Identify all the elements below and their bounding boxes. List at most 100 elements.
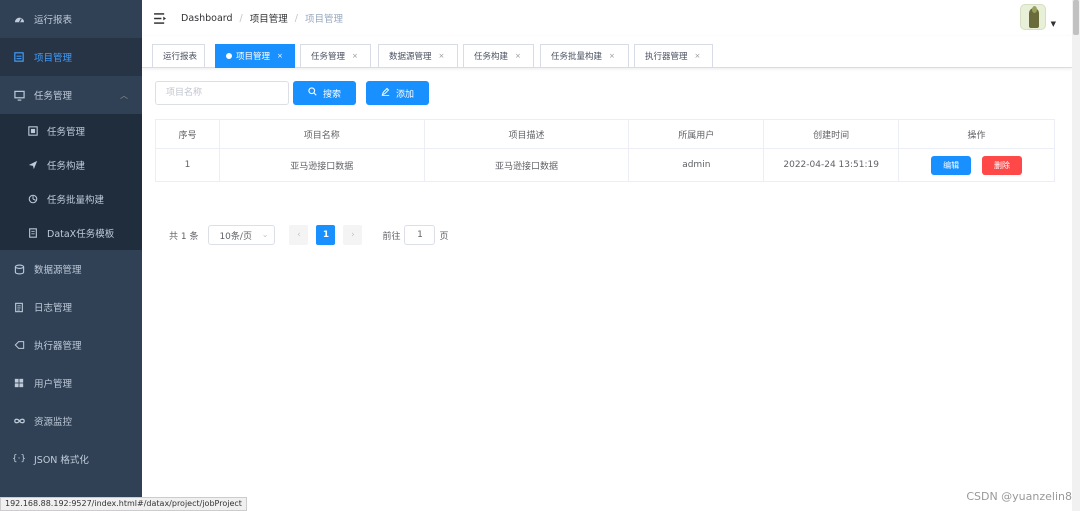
edit-icon <box>381 87 390 99</box>
tag-project[interactable]: 项目管理 × <box>215 44 295 68</box>
hamburger-icon[interactable] <box>152 11 168 25</box>
page-size-value: 10条/页 <box>219 231 252 242</box>
prev-page-button[interactable]: ‹ <box>289 225 309 245</box>
active-dot-icon <box>226 53 232 59</box>
column-header: 项目描述 <box>423 119 630 149</box>
sidebar-subitem-label: DataX任务模板 <box>47 229 115 240</box>
sidebar-item-user[interactable]: 用户管理 <box>0 364 142 402</box>
send-icon <box>27 159 39 171</box>
watermark: CSDN @yuanzelin8 <box>966 490 1072 503</box>
cell-name: 亚马逊接口数据 <box>218 148 425 182</box>
sidebar-item-label: 用户管理 <box>34 379 73 390</box>
user-grid-icon <box>13 377 25 389</box>
pagination-jumper: 前往 页 <box>382 225 448 245</box>
close-icon[interactable]: × <box>439 52 445 60</box>
tag-executor[interactable]: 执行器管理 × <box>634 44 713 68</box>
page-number-button[interactable]: 1 <box>316 225 336 245</box>
tag-task-management[interactable]: 任务管理 × <box>300 44 371 68</box>
search-button[interactable]: 搜索 <box>293 81 356 105</box>
tags-view: 运行报表 项目管理 × 任务管理 × 数据源管理 × 任务构建 × 任务批量构建… <box>142 36 1072 68</box>
close-icon[interactable]: × <box>695 52 701 60</box>
tag-label: 任务构建 <box>474 52 509 62</box>
table-header-row: 序号 项目名称 项目描述 所属用户 创建时间 操作 <box>155 119 1055 149</box>
sidebar-subitem-batch-build[interactable]: 任务批量构建 <box>0 182 142 216</box>
cell-user: admin <box>628 148 765 182</box>
column-header: 项目名称 <box>218 119 425 149</box>
sidebar-subitem-label: 任务批量构建 <box>47 195 105 206</box>
search-button-label: 搜索 <box>322 89 341 100</box>
tag-label: 任务批量构建 <box>551 52 603 62</box>
cell-created: 2022-04-24 13:51:19 <box>763 148 900 182</box>
column-header: 操作 <box>898 119 1055 149</box>
close-icon[interactable]: × <box>515 52 521 60</box>
sidebar-item-project[interactable]: 项目管理 <box>0 38 142 76</box>
breadcrumb-item-current: 项目管理 <box>304 14 343 25</box>
sidebar-item-label: 任务管理 <box>34 91 73 102</box>
pagination-total: 共 1 条 <box>169 231 199 242</box>
sidebar-item-label: JSON 格式化 <box>34 455 89 466</box>
sidebar-item-executor[interactable]: 执行器管理 <box>0 326 142 364</box>
tag-label: 任务管理 <box>311 52 346 62</box>
monitor-infinity-icon <box>13 415 25 427</box>
pagination: 共 1 条 10条/页 ⌄ ‹ 1 › 前往 页 <box>169 225 448 245</box>
sidebar-subitem-label: 任务构建 <box>47 161 86 172</box>
goto-page-input[interactable] <box>404 225 436 245</box>
vertical-scrollbar[interactable] <box>1072 0 1080 511</box>
column-header: 序号 <box>155 119 220 149</box>
sidebar-item-label: 数据源管理 <box>34 265 82 276</box>
sidebar-item-label: 资源监控 <box>34 417 73 428</box>
caret-down-icon: ▼ <box>1050 20 1056 28</box>
cell-desc: 亚马逊接口数据 <box>423 148 630 182</box>
sidebar-item-datasource[interactable]: 数据源管理 <box>0 250 142 288</box>
sidebar: 运行报表 项目管理 任务管理 ︿ 任务管理 任务构建 任务批量构建 DataX任… <box>0 0 142 511</box>
sidebar-subitem-label: 任务管理 <box>47 127 86 138</box>
edit-button[interactable]: 编辑 <box>931 155 972 175</box>
monitor-icon <box>13 89 25 101</box>
close-icon[interactable]: × <box>352 52 358 60</box>
batch-icon <box>27 193 39 205</box>
cell-actions: 编辑 删除 <box>898 148 1055 182</box>
tag-batch-build[interactable]: 任务批量构建 × <box>540 44 629 68</box>
user-menu[interactable]: ▼ <box>1019 4 1056 30</box>
page-size-select[interactable]: 10条/页 ⌄ <box>208 225 276 245</box>
executor-icon <box>13 339 25 351</box>
column-header: 所属用户 <box>628 119 765 149</box>
breadcrumb-item-dashboard[interactable]: Dashboard <box>181 13 233 24</box>
avatar[interactable] <box>1019 4 1046 30</box>
delete-button[interactable]: 删除 <box>981 155 1022 175</box>
tag-label: 执行器管理 <box>645 52 688 62</box>
search-icon <box>308 87 317 99</box>
task-list-icon <box>27 125 39 137</box>
sidebar-item-log[interactable]: 日志管理 <box>0 288 142 326</box>
sidebar-item-json-format[interactable]: {·} JSON 格式化 <box>0 440 142 478</box>
next-page-button[interactable]: › <box>343 225 363 245</box>
sidebar-subitem-task-management[interactable]: 任务管理 <box>0 114 142 148</box>
tag-task-build[interactable]: 任务构建 × <box>463 44 534 68</box>
close-icon[interactable]: × <box>609 52 615 60</box>
goto-prefix: 前往 <box>382 231 401 242</box>
breadcrumb-item-project[interactable]: 项目管理 <box>250 11 288 25</box>
tag-label: 运行报表 <box>163 52 198 62</box>
close-icon[interactable]: × <box>277 52 283 60</box>
sidebar-item-task-management[interactable]: 任务管理 ︿ <box>0 76 142 114</box>
sidebar-item-dashboard[interactable]: 运行报表 <box>0 0 142 38</box>
sidebar-item-label: 日志管理 <box>34 303 73 314</box>
sidebar-item-resource-monitor[interactable]: 资源监控 <box>0 402 142 440</box>
cell-index: 1 <box>155 148 220 182</box>
chevron-up-icon: ︿ <box>120 91 128 100</box>
sidebar-item-label: 执行器管理 <box>34 341 82 352</box>
navbar: Dashboard / 项目管理 / 项目管理 ▼ <box>142 0 1080 36</box>
submenu-task: 任务管理 任务构建 任务批量构建 DataX任务模板 <box>0 114 142 250</box>
chevron-left-icon: ‹ <box>297 230 301 240</box>
sidebar-item-label: 运行报表 <box>34 15 73 26</box>
tag-datasource[interactable]: 数据源管理 × <box>378 44 458 68</box>
scrollbar-thumb[interactable] <box>1073 0 1079 35</box>
add-button[interactable]: 添加 <box>366 81 429 105</box>
tag-dashboard[interactable]: 运行报表 <box>152 44 205 68</box>
search-input[interactable] <box>155 81 289 105</box>
sidebar-subitem-task-build[interactable]: 任务构建 <box>0 148 142 182</box>
chevron-right-icon: › <box>351 230 355 240</box>
project-table: 序号 项目名称 项目描述 所属用户 创建时间 操作 1 亚马逊接口数据 亚马逊接… <box>155 119 1055 182</box>
breadcrumb-separator: / <box>239 12 243 24</box>
sidebar-subitem-datax-template[interactable]: DataX任务模板 <box>0 216 142 250</box>
